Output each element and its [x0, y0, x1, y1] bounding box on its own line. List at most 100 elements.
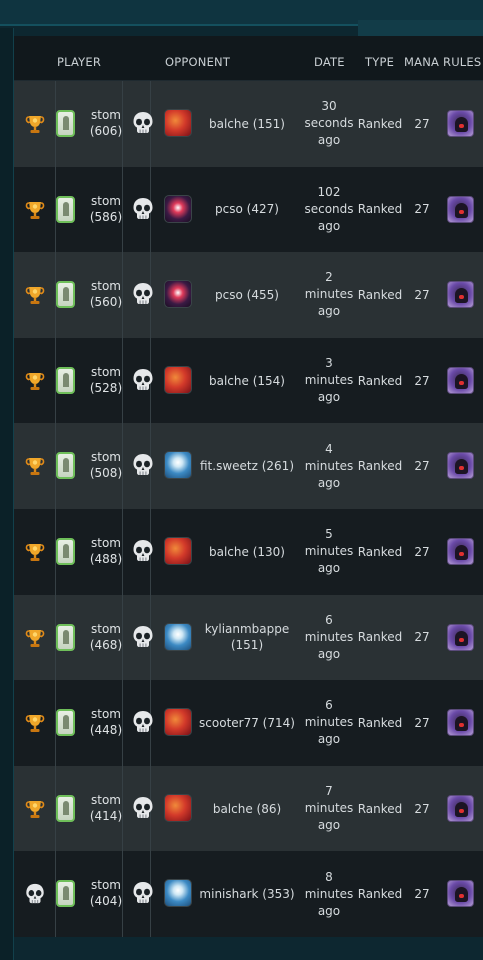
date-line: ago — [317, 218, 341, 233]
player-rating: (508) — [89, 466, 123, 481]
hooded-figure-rule-icon[interactable] — [447, 880, 474, 908]
date-line: minutes — [304, 715, 354, 730]
trophy-icon — [24, 113, 46, 135]
hooded-figure-rule-icon[interactable] — [447, 794, 474, 822]
table-row[interactable]: stom (414) balche (86) 7 minutes ago Ranked 27 — [14, 765, 483, 852]
opponent-name[interactable]: balche (86) — [197, 766, 297, 852]
blue-wizard-avatar[interactable] — [164, 622, 192, 651]
date-line: 2 — [325, 270, 333, 285]
player-name[interactable]: stom (606) — [86, 107, 126, 139]
opponent-name[interactable]: balche (151) — [197, 81, 297, 167]
battle-date: 6 minutes ago — [302, 595, 356, 681]
red-dragon-avatar[interactable] — [164, 536, 192, 565]
player-avatar[interactable] — [56, 794, 75, 822]
player-avatar[interactable] — [56, 537, 75, 565]
header-opponent[interactable]: OPPONENT — [165, 55, 230, 69]
player-rating: (488) — [89, 551, 123, 566]
player-avatar[interactable] — [56, 709, 75, 737]
player-avatar[interactable] — [56, 281, 75, 309]
hooded-figure-rule-icon[interactable] — [447, 195, 474, 223]
mana-cap: 27 — [414, 116, 430, 131]
hooded-figure-rule-icon[interactable] — [447, 110, 474, 137]
player-avatar[interactable] — [56, 366, 75, 394]
table-row[interactable]: stom (606) balche (151) 30 seconds ago Ranked 2… — [14, 81, 483, 167]
opponent-name[interactable]: kylianmbappe (151) — [197, 595, 297, 681]
dark-creature-avatar[interactable] — [164, 194, 192, 223]
header-player[interactable]: PLAYER — [57, 55, 101, 69]
player-username: stom — [91, 707, 121, 722]
player-avatar[interactable] — [56, 452, 75, 480]
date-line: ago — [317, 475, 341, 490]
table-row[interactable]: stom (404) minishark (353) 8 minutes ago Ranke… — [14, 851, 483, 937]
mana-cap: 27 — [414, 202, 430, 217]
player-avatar[interactable] — [56, 195, 75, 223]
date-line: minutes — [304, 458, 354, 473]
hooded-figure-rule-icon[interactable] — [447, 452, 474, 480]
red-dragon-avatar[interactable] — [164, 365, 192, 394]
table-row[interactable]: stom (448) scooter77 (714) 6 minutes ago Ranke… — [14, 680, 483, 766]
red-dragon-avatar[interactable] — [164, 109, 192, 137]
date-line: ago — [317, 390, 341, 405]
player-name[interactable]: stom (488) — [86, 535, 126, 567]
header-mana[interactable]: MANA — [404, 55, 439, 69]
red-dragon-avatar[interactable] — [164, 793, 192, 822]
player-avatar[interactable] — [56, 623, 75, 651]
blue-wizard-avatar[interactable] — [164, 879, 192, 908]
opponent-name[interactable]: pcso (427) — [197, 167, 297, 253]
opponent-name[interactable]: pcso (455) — [197, 252, 297, 338]
opponent-name[interactable]: balche (154) — [197, 338, 297, 424]
mana-cap: 27 — [414, 887, 430, 902]
player-avatar[interactable] — [56, 880, 75, 908]
mana-cap: 27 — [414, 287, 430, 302]
table-row[interactable]: stom (586) pcso (427) 102 seconds ago Ranked 27 — [14, 166, 483, 253]
player-name[interactable]: stom (468) — [86, 621, 126, 653]
skull-icon — [132, 197, 154, 221]
header-date[interactable]: DATE — [314, 55, 345, 69]
player-name[interactable]: stom (404) — [86, 877, 126, 909]
skull-icon — [132, 796, 154, 820]
table-row[interactable]: stom (560) pcso (455) 2 minutes ago Ranked 27 — [14, 252, 483, 338]
player-name[interactable]: stom (560) — [86, 278, 126, 310]
opponent-name[interactable]: fit.sweetz (261) — [197, 423, 297, 509]
hooded-figure-rule-icon[interactable] — [447, 623, 474, 651]
skull-icon — [132, 881, 154, 905]
hooded-figure-rule-icon[interactable] — [447, 709, 474, 737]
player-name[interactable]: stom (414) — [86, 792, 126, 824]
player-username: stom — [91, 878, 121, 893]
player-name[interactable]: stom (528) — [86, 364, 126, 396]
opponent-name[interactable]: balche (130) — [197, 509, 297, 595]
player-name[interactable]: stom (448) — [86, 706, 126, 738]
player-rating: (560) — [89, 295, 123, 310]
date-line: ago — [317, 304, 341, 319]
header-type[interactable]: TYPE — [365, 55, 394, 69]
player-rating: (448) — [89, 723, 123, 738]
battle-type: Ranked — [357, 801, 403, 816]
date-line: 30 — [321, 99, 337, 114]
hooded-figure-rule-icon[interactable] — [447, 537, 474, 565]
date-line: seconds — [304, 116, 354, 131]
battle-date: 4 minutes ago — [302, 423, 356, 509]
table-row[interactable]: stom (528) balche (154) 3 minutes ago Ranked 27 — [14, 337, 483, 424]
trophy-icon — [24, 284, 46, 306]
player-username: stom — [91, 108, 121, 122]
hooded-figure-rule-icon[interactable] — [447, 366, 474, 394]
hooded-figure-rule-icon[interactable] — [447, 281, 474, 309]
player-avatar[interactable] — [56, 110, 75, 137]
battle-date: 30 seconds ago — [302, 81, 356, 167]
table-row[interactable]: stom (488) balche (130) 5 minutes ago Ranked 27 — [14, 508, 483, 595]
table-row[interactable]: stom (508) fit.sweetz (261) 4 minutes ago Rank… — [14, 423, 483, 509]
table-row[interactable]: stom (468) kylianmbappe (151) 6 minutes ago Ra… — [14, 594, 483, 681]
player-name[interactable]: stom (586) — [86, 193, 126, 225]
battle-type: Ranked — [357, 459, 403, 474]
red-dragon-avatar[interactable] — [164, 708, 192, 737]
opponent-name[interactable]: minishark (353) — [197, 851, 297, 937]
dark-creature-avatar[interactable] — [164, 280, 192, 309]
date-line: ago — [317, 732, 341, 747]
header-rules[interactable]: RULES — [443, 55, 481, 69]
blue-wizard-avatar[interactable] — [164, 451, 192, 480]
date-line: 8 — [325, 869, 333, 884]
opponent-name[interactable]: scooter77 (714) — [197, 680, 297, 766]
player-rating: (404) — [89, 894, 123, 909]
battle-type: Ranked — [357, 544, 403, 559]
player-name[interactable]: stom (508) — [86, 449, 126, 481]
